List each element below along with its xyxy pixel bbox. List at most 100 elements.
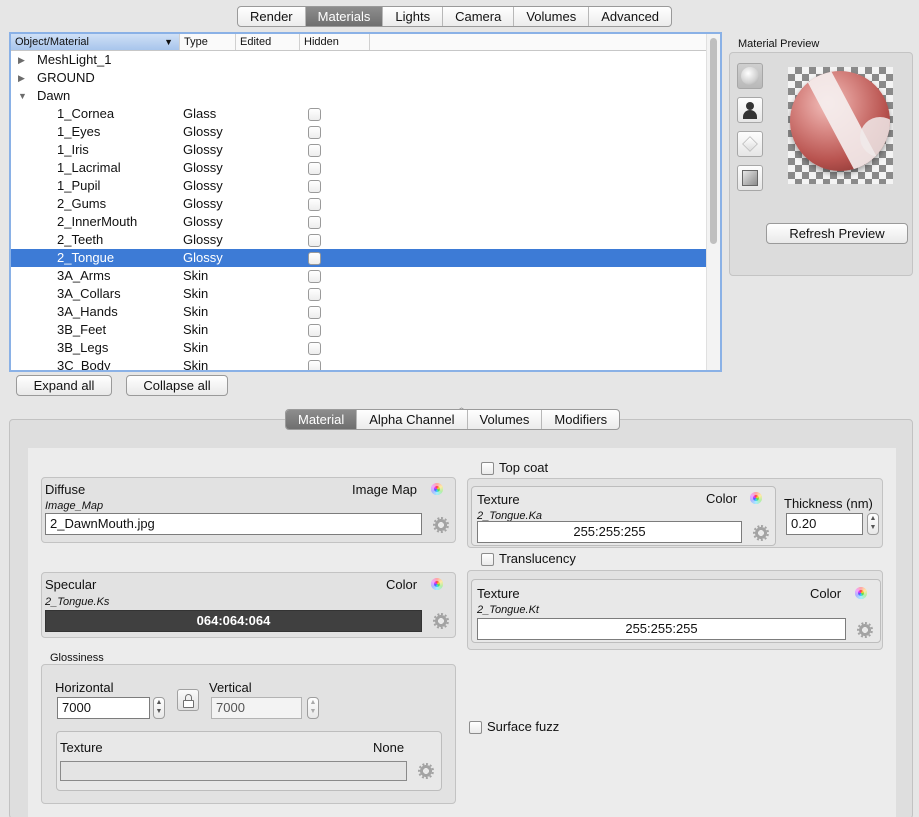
hidden-checkbox[interactable]: [308, 342, 321, 355]
disclosure-collapsed-icon[interactable]: ▶: [18, 69, 25, 87]
subtab-volumes[interactable]: Volumes: [468, 410, 543, 429]
tab-materials[interactable]: Materials: [305, 7, 384, 26]
collapse-all-button[interactable]: Collapse all: [126, 375, 228, 396]
outline-row[interactable]: ▶ MeshLight_1: [11, 51, 706, 69]
outline-row[interactable]: 1_Pupil Glossy: [11, 177, 706, 195]
row-type: Glossy: [183, 124, 223, 139]
surface-fuzz-checkbox[interactable]: [469, 721, 482, 734]
glossiness-texture-mode[interactable]: None: [373, 740, 404, 755]
glossiness-label: Glossiness: [50, 652, 104, 664]
outline-row[interactable]: 3B_Legs Skin: [11, 339, 706, 357]
row-type: Skin: [183, 304, 209, 319]
gear-icon[interactable]: [433, 613, 449, 629]
gear-icon[interactable]: [753, 525, 769, 541]
outline-row[interactable]: ▼ Dawn: [11, 87, 706, 105]
top-coat-color-field[interactable]: 255:255:255: [477, 521, 742, 543]
hidden-checkbox[interactable]: [308, 270, 321, 283]
outline-row[interactable]: 3B_Feet Skin: [11, 321, 706, 339]
outline-row[interactable]: 3A_Arms Skin: [11, 267, 706, 285]
hidden-checkbox[interactable]: [308, 108, 321, 121]
gear-icon[interactable]: [418, 763, 434, 779]
subtab-alpha-channel[interactable]: Alpha Channel: [357, 410, 468, 429]
outline-row[interactable]: 1_Cornea Glass: [11, 105, 706, 123]
subtab-modifiers[interactable]: Modifiers: [542, 410, 619, 429]
outline-row[interactable]: 2_Teeth Glossy: [11, 231, 706, 249]
outline-row[interactable]: 1_Iris Glossy: [11, 141, 706, 159]
hidden-checkbox[interactable]: [308, 216, 321, 229]
row-name: 1_Cornea: [57, 106, 115, 121]
row-type: Glass: [183, 106, 217, 121]
row-type: Glossy: [183, 178, 223, 193]
refresh-preview-button[interactable]: Refresh Preview: [766, 223, 908, 244]
outline-row[interactable]: 2_Tongue Glossy: [11, 249, 706, 267]
glossiness-texture-field[interactable]: [60, 761, 407, 781]
translucency-mode[interactable]: Color: [810, 586, 841, 601]
cube-icon[interactable]: [737, 131, 763, 157]
hidden-checkbox[interactable]: [308, 198, 321, 211]
color-wheel-icon[interactable]: [750, 492, 762, 504]
thickness-field[interactable]: 0.20: [786, 513, 863, 535]
sphere-icon[interactable]: [737, 63, 763, 89]
thickness-stepper[interactable]: ▲ ▼: [867, 513, 879, 535]
translucency-group: Texture Color 2_Tongue.Kt 255:255:255: [467, 570, 883, 650]
diffuse-mode[interactable]: Image Map: [352, 482, 417, 497]
color-wheel-icon[interactable]: [431, 578, 443, 590]
tab-volumes[interactable]: Volumes: [514, 7, 590, 26]
disclosure-collapsed-icon[interactable]: ▶: [18, 51, 25, 69]
material-outline[interactable]: Object/Material ▼ Type Edited Hidden ▶ Mes…: [9, 32, 722, 372]
outline-row[interactable]: 1_Eyes Glossy: [11, 123, 706, 141]
tab-lights[interactable]: Lights: [383, 7, 444, 26]
top-coat-checkbox[interactable]: [481, 462, 494, 475]
scrollbar-thumb[interactable]: [710, 38, 717, 244]
hidden-checkbox[interactable]: [308, 180, 321, 193]
vertical-stepper[interactable]: ▲ ▼: [307, 697, 319, 719]
outline-row[interactable]: 3C_Body Skin: [11, 357, 706, 372]
top-coat-mode[interactable]: Color: [706, 491, 737, 506]
material-preview-panel: Refresh Preview: [729, 52, 913, 276]
outline-row[interactable]: ▶ GROUND: [11, 69, 706, 87]
outline-row[interactable]: 1_Lacrimal Glossy: [11, 159, 706, 177]
hidden-checkbox[interactable]: [308, 324, 321, 337]
translucency-color-field[interactable]: 255:255:255: [477, 618, 846, 640]
hidden-checkbox[interactable]: [308, 162, 321, 175]
specular-node: 2_Tongue.Ks: [45, 596, 110, 608]
row-type: Skin: [183, 358, 209, 372]
plane-icon[interactable]: [737, 165, 763, 191]
lock-icon[interactable]: [177, 689, 199, 711]
hidden-checkbox[interactable]: [308, 234, 321, 247]
outline-row[interactable]: 2_Gums Glossy: [11, 195, 706, 213]
outline-row[interactable]: 3A_Collars Skin: [11, 285, 706, 303]
disclosure-expanded-icon[interactable]: ▼: [18, 87, 27, 105]
tab-camera[interactable]: Camera: [443, 7, 515, 26]
gear-icon[interactable]: [857, 622, 873, 638]
tab-advanced[interactable]: Advanced: [589, 7, 671, 26]
outline-row[interactable]: 2_InnerMouth Glossy: [11, 213, 706, 231]
vertical-field[interactable]: 7000: [211, 697, 302, 719]
expand-all-button[interactable]: Expand all: [16, 375, 112, 396]
outline-row[interactable]: 3A_Hands Skin: [11, 303, 706, 321]
column-header-edited[interactable]: Edited: [236, 34, 300, 50]
horizontal-field[interactable]: 7000: [57, 697, 150, 719]
horizontal-stepper[interactable]: ▲ ▼: [153, 697, 165, 719]
translucency-checkbox[interactable]: [481, 553, 494, 566]
tab-render[interactable]: Render: [238, 7, 306, 26]
hidden-checkbox[interactable]: [308, 252, 321, 265]
figure-icon[interactable]: [737, 97, 763, 123]
specular-mode[interactable]: Color: [386, 577, 417, 592]
column-header-hidden[interactable]: Hidden: [300, 34, 370, 50]
color-wheel-icon[interactable]: [855, 587, 867, 599]
hidden-checkbox[interactable]: [308, 306, 321, 319]
outline-scrollbar[interactable]: [706, 34, 720, 370]
specular-color-field[interactable]: 064:064:064: [45, 610, 422, 632]
color-wheel-icon[interactable]: [431, 483, 443, 495]
hidden-checkbox[interactable]: [308, 288, 321, 301]
hidden-checkbox[interactable]: [308, 144, 321, 157]
diffuse-image-field[interactable]: 2_DawnMouth.jpg: [45, 513, 422, 535]
column-header-object[interactable]: Object/Material ▼: [11, 34, 180, 50]
column-header-type[interactable]: Type: [180, 34, 236, 50]
surface-fuzz-label: Surface fuzz: [487, 719, 560, 734]
hidden-checkbox[interactable]: [308, 126, 321, 139]
hidden-checkbox[interactable]: [308, 360, 321, 370]
gear-icon[interactable]: [433, 517, 449, 533]
subtab-material[interactable]: Material: [286, 410, 358, 429]
